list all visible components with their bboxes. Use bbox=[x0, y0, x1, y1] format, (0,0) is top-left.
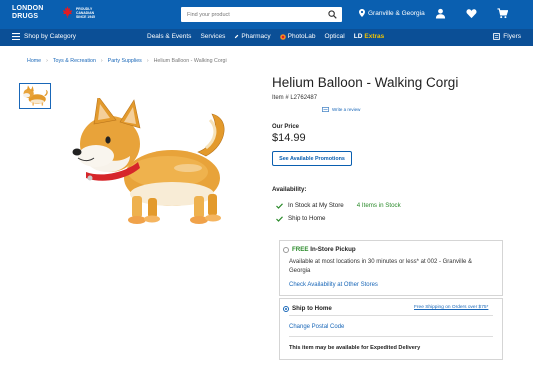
ship-to-home-option[interactable]: Ship to Home Free Shipping on Orders ove… bbox=[279, 298, 503, 360]
availability-label: Availability: bbox=[272, 186, 307, 193]
shop-by-category-button[interactable]: Shop by Category bbox=[12, 33, 76, 40]
product-title: Helium Balloon - Walking Corgi bbox=[272, 75, 459, 90]
breadcrumb-toys-recreation[interactable]: Toys & Recreation bbox=[53, 58, 96, 64]
nav-services[interactable]: Services bbox=[200, 33, 225, 40]
menu-icon bbox=[12, 33, 20, 40]
see-promotions-button[interactable]: See Available Promotions bbox=[272, 151, 352, 166]
ldextras-suffix: Extras bbox=[364, 33, 385, 40]
search-icon[interactable] bbox=[328, 10, 337, 19]
ship-title: Ship to Home bbox=[292, 305, 332, 312]
write-review-link[interactable]: Write a review bbox=[322, 107, 360, 112]
london-drugs-logo[interactable]: LONDON DRUGS bbox=[12, 5, 58, 24]
location-pin-icon bbox=[359, 9, 365, 17]
heart-icon[interactable] bbox=[466, 8, 477, 19]
pickup-free-word: FREE bbox=[292, 246, 309, 253]
pickup-description: Available at most locations in 30 minute… bbox=[289, 258, 499, 276]
nav-photolab-label: PhotoLab bbox=[287, 33, 316, 40]
flyers-link[interactable]: Flyers bbox=[493, 33, 521, 40]
free-shipping-link[interactable]: Free Shipping on Orders over $75* bbox=[414, 305, 488, 310]
ship-to-home-avail-label: Ship to Home bbox=[288, 215, 326, 222]
price: $14.99 bbox=[272, 132, 306, 144]
pharmacy-icon bbox=[235, 34, 239, 39]
pickup-text-line-2: Georgia bbox=[289, 268, 311, 274]
product-thumbnail[interactable] bbox=[19, 83, 51, 109]
check-icon bbox=[276, 202, 283, 209]
chevron-right-icon: › bbox=[100, 58, 103, 64]
breadcrumb-current: Helium Balloon - Walking Corgi bbox=[153, 58, 227, 64]
nav-ldextras[interactable]: LD Extras bbox=[354, 33, 385, 40]
in-stock-label: In Stock at My Store bbox=[288, 202, 344, 209]
item-number: Item # L2762487 bbox=[272, 95, 318, 101]
ship-radio[interactable] bbox=[283, 306, 289, 312]
check-other-stores-link[interactable]: Check Availability at Other Stores bbox=[289, 282, 378, 288]
breadcrumb-party-supplies[interactable]: Party Supplies bbox=[108, 58, 142, 64]
in-stock-row: In Stock at My Store 4 Items in Stock bbox=[276, 202, 401, 209]
cart-icon[interactable] bbox=[497, 8, 508, 19]
top-header: LONDON DRUGS PROUDLY CANADIAN SINCE 1945… bbox=[0, 0, 533, 29]
pickup-text-line-1: Available at most locations in 30 minute… bbox=[289, 259, 472, 265]
main-nav: Shop by Category Deals & Events Services… bbox=[0, 29, 533, 46]
proudly-canadian-tagline: PROUDLY CANADIAN SINCE 1945 bbox=[76, 7, 106, 20]
ship-to-home-row: Ship to Home bbox=[276, 215, 326, 222]
user-icon[interactable] bbox=[435, 8, 446, 19]
logo-line-2: DRUGS bbox=[12, 13, 39, 20]
maple-leaf-icon bbox=[62, 6, 73, 18]
chevron-right-icon: › bbox=[146, 58, 149, 64]
change-postal-code-link[interactable]: Change Postal Code bbox=[289, 324, 344, 330]
breadcrumb-home[interactable]: Home bbox=[27, 58, 41, 64]
check-icon bbox=[276, 215, 283, 222]
corgi-balloon-image bbox=[72, 98, 225, 224]
ship-divider-2 bbox=[289, 336, 493, 337]
our-price-label: Our Price bbox=[272, 124, 300, 130]
in-store-pickup-option[interactable]: FREE In-Store Pickup Available at most l… bbox=[279, 240, 503, 296]
chevron-right-icon: › bbox=[46, 58, 48, 64]
ship-divider-1 bbox=[289, 315, 493, 316]
ldextras-prefix: LD bbox=[353, 33, 363, 40]
stock-count: 4 Items in Stock bbox=[356, 202, 401, 209]
nav-optical[interactable]: Optical bbox=[324, 33, 344, 40]
flyers-label: Flyers bbox=[503, 33, 521, 40]
nav-links: Deals & Events Services Pharmacy PhotoLa… bbox=[147, 33, 384, 40]
nav-deals-events[interactable]: Deals & Events bbox=[147, 33, 191, 40]
nav-pharmacy-label: Pharmacy bbox=[241, 33, 271, 40]
breadcrumb: Home › Toys & Recreation › Party Supplie… bbox=[27, 58, 227, 64]
nav-pharmacy[interactable]: Pharmacy bbox=[234, 33, 271, 40]
search-box bbox=[181, 7, 342, 22]
proud-line-3: SINCE 1945 bbox=[76, 15, 95, 20]
write-review-label: Write a review bbox=[332, 107, 361, 112]
pickup-title-rest: In-Store Pickup bbox=[310, 246, 356, 253]
store-location-label: Granville & Georgia bbox=[368, 9, 425, 17]
photolab-icon bbox=[279, 33, 286, 40]
store-location[interactable]: Granville & Georgia bbox=[359, 9, 425, 17]
search-input[interactable] bbox=[187, 9, 317, 20]
shop-by-category-label: Shop by Category bbox=[24, 33, 77, 40]
pickup-title: FREE In-Store Pickup bbox=[292, 246, 356, 253]
review-icon bbox=[322, 107, 329, 112]
expedited-delivery-note: This item may be available for Expedited… bbox=[289, 345, 421, 351]
corgi-balloon-thumbnail-image bbox=[23, 85, 48, 106]
logo-line-1: LONDON bbox=[12, 5, 44, 12]
flyers-icon bbox=[493, 33, 501, 40]
nav-photolab[interactable]: PhotoLab bbox=[279, 33, 316, 40]
pickup-radio[interactable] bbox=[283, 247, 289, 253]
